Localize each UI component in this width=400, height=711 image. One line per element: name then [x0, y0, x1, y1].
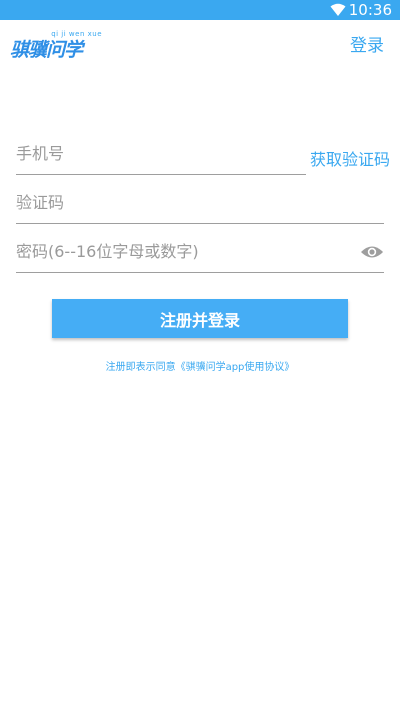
wifi-icon — [330, 3, 346, 16]
app-logo: qi ji wen xue 骐骥问学 — [10, 30, 102, 61]
agreement-link[interactable]: 《骐骥问学app使用协议》 — [176, 362, 295, 373]
phone-field-container — [16, 134, 306, 175]
register-and-login-button[interactable]: 注册并登录 — [52, 299, 348, 338]
logo-text: 骐骥问学 — [10, 39, 83, 61]
verification-code-input[interactable] — [16, 183, 384, 221]
code-field-container — [16, 183, 384, 224]
password-field-container — [16, 232, 384, 273]
password-input[interactable] — [16, 232, 346, 270]
agreement-text: 注册即表示同意《骐骥问学app使用协议》 — [0, 358, 400, 373]
login-link[interactable]: 登录 — [350, 31, 384, 56]
status-time: 10:36 — [348, 1, 392, 19]
agreement-prefix: 注册即表示同意 — [105, 362, 176, 373]
eye-icon[interactable] — [360, 244, 384, 260]
get-code-button[interactable]: 获取验证码 — [310, 146, 390, 170]
status-bar: 10:36 — [0, 0, 400, 20]
phone-input[interactable] — [16, 134, 306, 172]
